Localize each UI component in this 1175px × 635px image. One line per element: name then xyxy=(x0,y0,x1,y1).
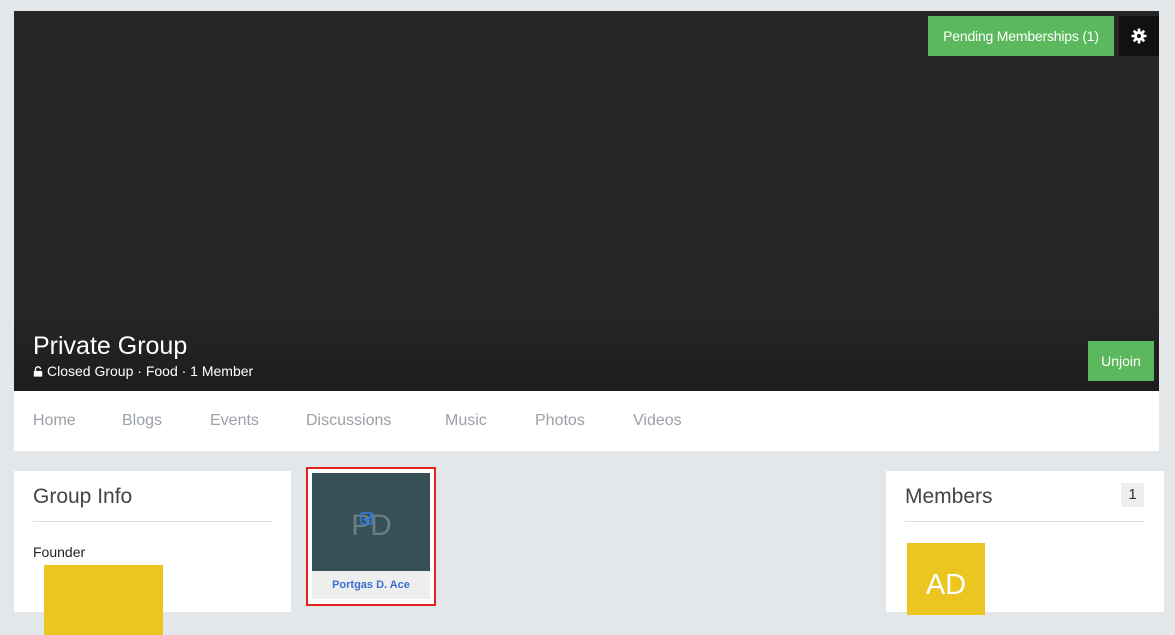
group-meta: Closed Group · Food · 1 Member xyxy=(33,362,253,380)
group-settings-button[interactable] xyxy=(1119,16,1159,56)
divider xyxy=(33,521,272,522)
gear-icon xyxy=(1131,28,1147,44)
tab-photos[interactable]: Photos xyxy=(535,391,585,451)
lock-icon xyxy=(33,365,43,377)
tab-blogs[interactable]: Blogs xyxy=(122,391,162,451)
founder-avatar[interactable] xyxy=(44,565,163,635)
tab-discussions[interactable]: Discussions xyxy=(306,391,391,451)
group-nav: Home Blogs Events Discussions Music Phot… xyxy=(14,391,1159,451)
member-name-link[interactable]: Portgas D. Ace xyxy=(312,571,430,599)
members-title: Members xyxy=(905,485,993,508)
group-info-title: Group Info xyxy=(33,485,133,508)
group-meta-text: Closed Group · Food · 1 Member xyxy=(47,363,254,379)
checkbox-checked-icon[interactable] xyxy=(360,511,375,526)
group-title: Private Group xyxy=(33,332,188,360)
tab-events[interactable]: Events xyxy=(210,391,259,451)
member-card[interactable]: PD Portgas D. Ace xyxy=(306,467,436,606)
members-panel: Members 1 AD xyxy=(886,471,1164,615)
group-info-panel: Group Info Founder xyxy=(14,471,291,635)
founder-label: Founder xyxy=(33,544,86,560)
divider xyxy=(905,521,1144,522)
members-count-badge: 1 xyxy=(1121,483,1144,507)
group-cover: Pending Memberships (1) Private Group Cl… xyxy=(14,11,1159,391)
tab-music[interactable]: Music xyxy=(445,391,487,451)
pending-memberships-button[interactable]: Pending Memberships (1) xyxy=(928,16,1114,56)
tab-home[interactable]: Home xyxy=(33,391,76,451)
unjoin-button[interactable]: Unjoin xyxy=(1088,341,1154,381)
member-avatar-thumb[interactable]: AD xyxy=(907,543,985,615)
tab-videos[interactable]: Videos xyxy=(633,391,682,451)
member-avatar[interactable]: PD xyxy=(312,473,430,571)
